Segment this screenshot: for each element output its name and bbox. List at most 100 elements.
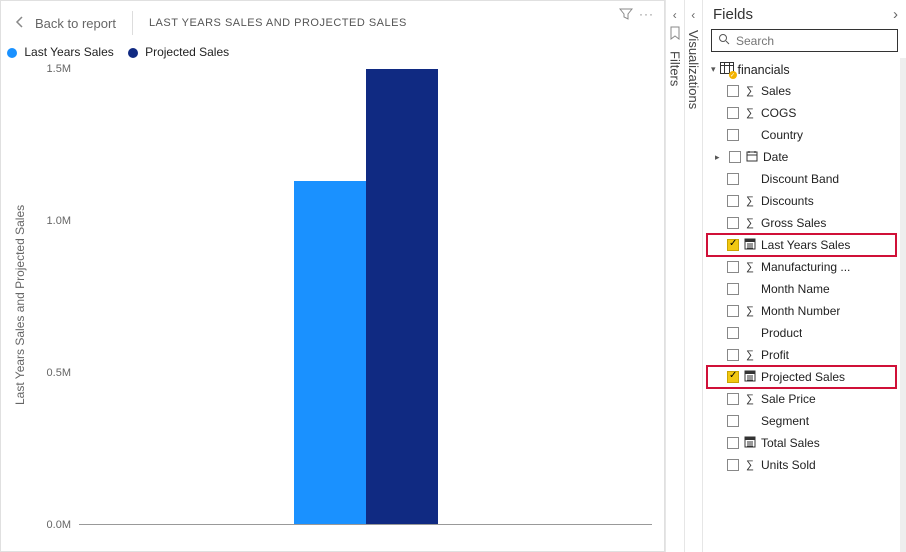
visualizations-pane-collapsed[interactable]: ‹ Visualizations (684, 0, 703, 552)
sigma-icon: ∑ (743, 107, 757, 119)
field-row[interactable]: Projected Sales (707, 366, 896, 388)
field-row[interactable]: Last Years Sales (707, 234, 896, 256)
filters-label: Filters (667, 51, 682, 86)
field-checkbox[interactable] (727, 195, 739, 207)
field-checkbox[interactable] (727, 415, 739, 427)
field-row[interactable]: ∑ Sale Price (707, 388, 900, 410)
back-to-report-button[interactable]: Back to report (15, 15, 116, 32)
chevron-left-icon (15, 15, 25, 32)
field-checkbox[interactable] (727, 437, 739, 449)
field-name: Total Sales (761, 436, 820, 450)
chevron-right-icon[interactable]: › (893, 6, 898, 23)
legend-item[interactable]: Projected Sales (128, 45, 229, 59)
legend-swatch-icon (128, 48, 138, 58)
field-row[interactable]: ▸ Date (707, 146, 900, 168)
field-row[interactable]: Discount Band (707, 168, 900, 190)
sigma-icon: ∑ (743, 195, 757, 207)
field-checkbox[interactable] (727, 283, 739, 295)
chevron-down-icon: ▾ (711, 64, 716, 75)
visualizations-label: Visualizations (686, 30, 701, 109)
filters-pane-collapsed[interactable]: ‹ Filters (665, 0, 684, 552)
field-checkbox[interactable] (727, 261, 739, 273)
bar[interactable] (294, 181, 366, 524)
field-row[interactable]: ∑ Sales (707, 80, 900, 102)
field-checkbox[interactable] (727, 129, 739, 141)
report-visual-area: Back to report LAST YEARS SALES AND PROJ… (0, 0, 665, 552)
search-wrap (703, 27, 906, 58)
y-tick: 0.5M (35, 367, 71, 379)
legend-swatch-icon (7, 48, 17, 58)
table-node[interactable]: ▾ ✓ financials (707, 60, 900, 80)
sigma-icon: ∑ (743, 261, 757, 273)
field-checkbox[interactable] (727, 349, 739, 361)
chart-plot[interactable]: 1.5M 1.0M 0.5M 0.0M (35, 69, 654, 541)
field-name: Profit (761, 348, 789, 362)
field-checkbox[interactable] (727, 239, 739, 251)
plot-inner (79, 69, 652, 525)
sigma-icon: ∑ (743, 217, 757, 229)
field-checkbox[interactable] (727, 173, 739, 185)
field-checkbox[interactable] (727, 305, 739, 317)
search-box[interactable] (711, 29, 898, 52)
field-name: Gross Sales (761, 216, 826, 230)
field-row[interactable]: ∑Discounts (707, 190, 900, 212)
chart-wrap: Last Years Sales and Projected Sales 1.5… (1, 61, 664, 551)
field-name: Product (761, 326, 802, 340)
field-name: Units Sold (761, 458, 816, 472)
field-name: Manufacturing ... (761, 260, 850, 274)
y-tick: 0.0M (35, 519, 71, 531)
y-tick: 1.5M (35, 63, 71, 75)
divider (132, 11, 133, 35)
sigma-icon: ∑ (743, 85, 757, 97)
field-row[interactable]: ∑ Manufacturing ... (707, 256, 900, 278)
field-name: Segment (761, 414, 809, 428)
field-checkbox[interactable] (727, 459, 739, 471)
bar[interactable] (366, 69, 438, 524)
more-options-icon[interactable]: ··· (639, 7, 654, 24)
field-name: COGS (761, 106, 796, 120)
fields-tree[interactable]: ▾ ✓ financials ∑ Sales ∑ COGS Country ▸ Date Di… (703, 58, 906, 552)
visual-title: LAST YEARS SALES AND PROJECTED SALES (149, 17, 407, 29)
legend-label: Last Years Sales (24, 45, 113, 59)
field-checkbox[interactable] (727, 85, 739, 97)
field-row[interactable]: Product (707, 322, 900, 344)
field-row[interactable]: Total Sales (707, 432, 900, 454)
field-name: Discount Band (761, 172, 839, 186)
legend-item[interactable]: Last Years Sales (7, 45, 114, 59)
field-name: Date (763, 150, 788, 164)
field-row[interactable]: Country (707, 124, 900, 146)
sigma-icon: ∑ (743, 459, 757, 471)
field-checkbox[interactable] (727, 371, 739, 383)
field-row[interactable]: ∑Month Number (707, 300, 900, 322)
field-row[interactable]: ∑ COGS (707, 102, 900, 124)
field-row[interactable]: ∑ Gross Sales (707, 212, 900, 234)
field-row[interactable]: ∑ Units Sold (707, 454, 900, 476)
chevron-right-icon: ▸ (715, 152, 725, 163)
y-axis-label: Last Years Sales and Projected Sales (9, 69, 31, 541)
field-row[interactable]: ∑Profit (707, 344, 900, 366)
field-row[interactable]: Segment (707, 410, 900, 432)
field-name: Sales (761, 84, 791, 98)
bookmark-icon (666, 26, 684, 43)
measure-icon (743, 436, 757, 451)
fields-header: Fields › (703, 0, 906, 27)
table-name: financials (738, 63, 790, 77)
field-checkbox[interactable] (727, 393, 739, 405)
sigma-icon: ∑ (743, 393, 757, 405)
field-name: Last Years Sales (761, 238, 850, 252)
field-checkbox[interactable] (727, 327, 739, 339)
field-checkbox[interactable] (727, 107, 739, 119)
legend-label: Projected Sales (145, 45, 229, 59)
visual-header: Back to report LAST YEARS SALES AND PROJ… (1, 1, 664, 41)
table-icon: ✓ (720, 62, 734, 77)
field-row[interactable]: Month Name (707, 278, 900, 300)
chevron-left-icon: ‹ (685, 8, 703, 22)
filter-icon[interactable] (619, 7, 633, 24)
fields-pane: Fields › ▾ ✓ financials ∑ Sales ∑ COGS Count… (702, 0, 906, 552)
fields-title: Fields (713, 6, 753, 23)
field-checkbox[interactable] (729, 151, 741, 163)
search-input[interactable] (736, 34, 891, 48)
field-name: Month Number (761, 304, 840, 318)
field-checkbox[interactable] (727, 217, 739, 229)
field-name: Sale Price (761, 392, 816, 406)
